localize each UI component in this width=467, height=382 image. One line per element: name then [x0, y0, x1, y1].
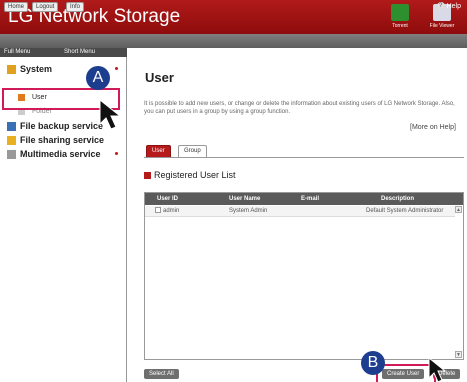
row-checkbox[interactable]: admin	[155, 206, 179, 217]
mouse-cursor-icon	[428, 356, 447, 382]
multimedia-icon	[7, 150, 16, 159]
scroll-up-arrow-icon[interactable]: ▲	[455, 206, 462, 213]
logout-label: Logout	[36, 4, 55, 10]
mouse-cursor-icon	[99, 98, 122, 130]
torrent-icon	[391, 4, 409, 21]
expand-dot-icon	[115, 67, 118, 70]
system-icon	[7, 65, 16, 74]
callout-b: B	[361, 351, 385, 375]
sidebar-item-label: File backup service	[20, 121, 104, 131]
sidebar-item-label: System	[20, 64, 53, 74]
more-help-link[interactable]: [More on Help]	[410, 124, 456, 131]
section-title: Registered User List	[144, 170, 236, 180]
backup-icon	[7, 122, 16, 131]
page-title: User	[145, 70, 174, 85]
cell-user-name: System Admin	[229, 208, 268, 214]
full-menu-toggle[interactable]: Full Menu	[4, 48, 30, 57]
menu-mode-bar: Full Menu Short Menu	[0, 48, 127, 57]
home-label: Home	[8, 4, 25, 10]
torrent-label: Torrent	[392, 23, 408, 29]
user-table	[144, 192, 464, 360]
tab-divider	[144, 157, 464, 158]
button-label: Select All	[149, 371, 174, 377]
page-description: It is possible to add new users, or chan…	[144, 101, 455, 115]
select-all-button[interactable]: Select All	[144, 369, 179, 379]
tab-group[interactable]: Group	[178, 145, 207, 157]
sharing-icon	[7, 136, 16, 145]
expand-dot-icon	[115, 152, 118, 155]
col-email[interactable]: E-mail	[301, 193, 319, 205]
file-viewer-label: File Viewer	[429, 23, 455, 29]
info-label: Info	[70, 4, 81, 10]
table-row[interactable]: admin System Admin Default System Admini…	[145, 206, 455, 217]
home-button[interactable]: Home	[4, 2, 29, 12]
torrent-button[interactable]: Torrent	[382, 2, 418, 32]
col-description[interactable]: Description	[381, 193, 414, 205]
sidebar-item-label: Multimedia service	[20, 149, 101, 159]
tab-user[interactable]: User	[146, 145, 171, 157]
tab-label: Group	[184, 148, 201, 154]
col-user-name[interactable]: User Name	[229, 193, 260, 205]
sidebar-item-multimedia[interactable]: Multimedia service	[0, 148, 127, 160]
sidebar-item-label: File sharing service	[20, 135, 105, 145]
help-label: Help	[446, 3, 461, 10]
col-user-id[interactable]: User ID	[157, 193, 178, 205]
cell-description: Default System Administrator	[366, 208, 444, 214]
checkbox-icon[interactable]	[155, 207, 161, 213]
short-menu-toggle[interactable]: Short Menu	[64, 48, 95, 57]
sidebar-item-file-sharing[interactable]: File sharing service	[0, 134, 127, 146]
help-link[interactable]: ? Help	[436, 2, 461, 12]
section-title-text: Registered User List	[154, 170, 236, 180]
table-header: User ID User Name E-mail Description	[145, 193, 463, 205]
toolbar	[0, 34, 467, 48]
tab-label: User	[152, 148, 165, 154]
help-icon: ?	[436, 2, 445, 11]
logout-button[interactable]: Logout	[32, 2, 59, 12]
scroll-down-arrow-icon[interactable]: ▼	[455, 351, 462, 358]
info-button[interactable]: Info	[66, 2, 85, 12]
callout-a: A	[86, 66, 110, 90]
bullet-icon	[144, 172, 151, 179]
cell-user-id: admin	[163, 208, 180, 214]
